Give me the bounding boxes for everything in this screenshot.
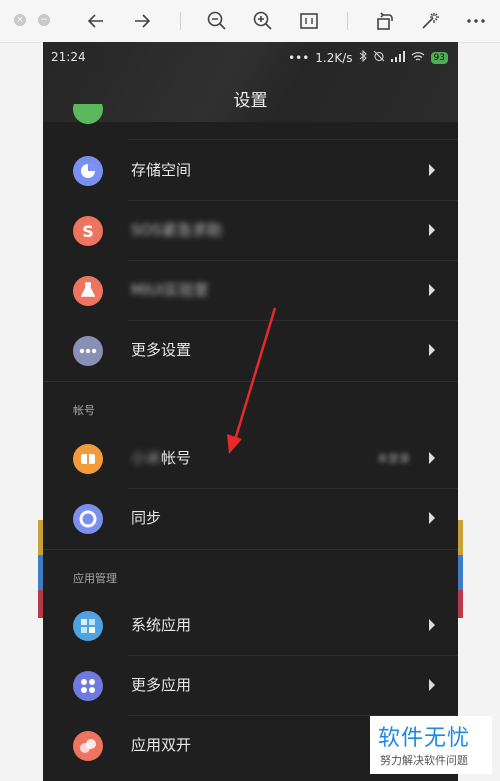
watermark-title: 软件无忧 — [378, 726, 471, 751]
chevron-right-icon — [428, 451, 436, 465]
settings-item-system-apps[interactable]: 系统应用 — [43, 596, 458, 656]
bluetooth-icon — [359, 49, 367, 65]
toolbar-divider — [180, 12, 181, 30]
section-divider — [43, 381, 458, 382]
side-artifact — [458, 520, 463, 555]
network-speed: 1.2K/s — [315, 50, 353, 65]
rotate-icon[interactable] — [373, 9, 397, 33]
item-label: 更多应用 — [131, 676, 192, 694]
item-label-main: 帐号 — [161, 449, 192, 467]
chevron-right-icon — [428, 343, 436, 357]
partial-item-icon — [73, 104, 103, 124]
alarm-off-icon — [373, 50, 385, 65]
magic-wand-icon[interactable] — [418, 9, 442, 33]
chevron-right-icon — [428, 223, 436, 237]
back-arrow-icon[interactable] — [84, 9, 108, 33]
svg-text:S: S — [82, 222, 94, 241]
side-artifact — [458, 555, 463, 590]
section-divider — [43, 549, 458, 550]
item-label: 系统应用 — [131, 616, 192, 634]
section-label-apps: 应用管理 — [73, 572, 117, 585]
item-label: 小米帐号 — [131, 447, 191, 468]
notification-dots: ••• — [288, 50, 310, 65]
chevron-right-icon — [428, 283, 436, 297]
settings-item-sync[interactable]: 同步 — [43, 489, 458, 549]
chevron-right-icon — [428, 618, 436, 632]
signal-icon — [390, 50, 405, 65]
item-label: 同步 — [131, 509, 162, 527]
item-label: SOS紧急求助 — [131, 221, 222, 239]
settings-item-more-apps[interactable]: 更多应用 — [43, 656, 458, 716]
item-label: 存储空间 — [131, 161, 192, 179]
settings-item-lab[interactable]: MIUI实验室 — [43, 261, 458, 321]
watermark: 软件无忧 努力解决软件问题 — [370, 716, 492, 774]
section-label-account: 帐号 — [73, 404, 95, 417]
storage-icon — [73, 156, 103, 186]
more-settings-icon — [73, 336, 103, 366]
zoom-in-icon[interactable] — [251, 9, 275, 33]
flask-icon — [73, 276, 103, 306]
more-apps-icon — [73, 671, 103, 701]
page-title: 设置 — [233, 91, 268, 111]
settings-item-mi-account[interactable]: 小米帐号 未登录 — [43, 429, 458, 489]
item-label: MIUI实验室 — [131, 281, 209, 299]
chevron-right-icon — [428, 163, 436, 177]
dual-apps-icon — [73, 731, 103, 761]
item-label: 更多设置 — [131, 341, 192, 359]
settings-item-more-settings[interactable]: 更多设置 — [43, 321, 458, 381]
minimize-icon[interactable]: − — [38, 14, 50, 26]
system-apps-icon — [73, 611, 103, 641]
chevron-right-icon — [428, 678, 436, 692]
status-time: 21:24 — [51, 50, 86, 64]
forward-arrow-icon[interactable] — [130, 9, 154, 33]
sync-icon — [73, 504, 103, 534]
wifi-icon — [411, 51, 425, 65]
close-icon[interactable]: × — [14, 14, 26, 26]
more-icon[interactable] — [464, 9, 488, 33]
fit-icon[interactable] — [297, 9, 321, 33]
status-bar: 21:24 ••• 1.2K/s 93 — [43, 49, 458, 68]
battery-badge: 93 — [430, 51, 448, 64]
watermark-subtitle: 努力解决软件问题 — [380, 754, 468, 767]
account-status: 未登录 — [377, 452, 410, 465]
sos-icon: S — [73, 216, 103, 246]
settings-item-storage[interactable]: 存储空间 — [43, 141, 458, 201]
settings-header: 21:24 ••• 1.2K/s 93 设置 — [43, 42, 458, 122]
viewer-toolbar: × − — [0, 0, 500, 43]
zoom-out-icon[interactable] — [205, 9, 229, 33]
divider — [128, 139, 458, 140]
phone-screen: 21:24 ••• 1.2K/s 93 设置 存储空间 S SOS紧急求助 MI… — [43, 42, 458, 781]
side-artifact — [458, 590, 463, 618]
toolbar-divider — [347, 12, 348, 30]
settings-item-sos[interactable]: S SOS紧急求助 — [43, 201, 458, 261]
mi-account-icon — [73, 444, 103, 474]
item-label: 应用双开 — [131, 736, 192, 754]
chevron-right-icon — [428, 511, 436, 525]
item-label-brand: 小米 — [131, 449, 162, 467]
